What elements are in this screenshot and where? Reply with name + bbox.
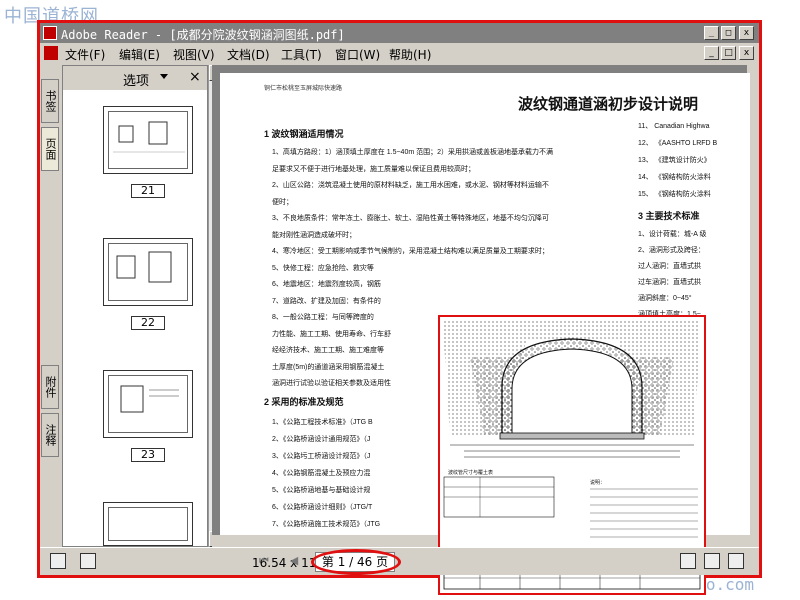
text-line: 11、 Canadian Highwa xyxy=(638,123,710,130)
section-heading: 3 主要技术标准 xyxy=(638,211,700,221)
menu-help[interactable]: 帮助(H) xyxy=(389,46,431,63)
doc-title: 波纹钢通道涵初步设计说明 xyxy=(518,96,699,113)
thumbnail-label: 21 xyxy=(131,184,165,198)
page-thumbnail[interactable] xyxy=(103,106,193,174)
thumbnail-content xyxy=(108,375,188,433)
text-line: 6、地震地区：地震烈度较高，钢筋 xyxy=(272,281,381,288)
text-line: 能对刚性涵洞造成破坏时； xyxy=(272,231,356,239)
text-line: 3、《公路圬工桥涵设计规范》（J xyxy=(272,453,371,460)
text-line: 力性能、施工工期、使用寿命、行车舒 xyxy=(272,330,391,338)
text-line: 涵洞斜度：0~45° xyxy=(638,295,692,302)
continuous-page-icon[interactable] xyxy=(704,553,720,569)
prev-page-icon[interactable]: ◀ xyxy=(285,553,303,571)
restore-button[interactable]: □ xyxy=(721,26,736,40)
page-thumbnail[interactable] xyxy=(103,502,193,546)
text-line: 便时； xyxy=(272,198,293,206)
text-line: 5、快修工程：应急抢险、救灾等 xyxy=(272,264,374,272)
thumbnail-drawing xyxy=(113,121,185,153)
text-line: 7、道路改、扩建及加固：有条件的 xyxy=(272,297,381,305)
thumbnail-drawing xyxy=(116,251,172,283)
tab-comments[interactable]: 注释 xyxy=(41,413,59,457)
text-line: 14、 《钢结构防火涂料 xyxy=(638,174,711,181)
highlight-ellipse xyxy=(311,549,401,575)
menu-bar: 文件(F) 编辑(E) 视图(V) 文档(D) 工具(T) 窗口(W) 帮助(H… xyxy=(40,43,759,63)
menu-tools[interactable]: 工具(T) xyxy=(281,46,322,63)
thumbnail-content xyxy=(108,507,188,541)
single-page-icon[interactable] xyxy=(680,553,696,569)
screen: 中国道桥网 www.chdao.com Adobe Reader - [成都分院… xyxy=(0,0,800,600)
page-layout-icon[interactable] xyxy=(80,553,96,569)
pages-panel: 选项 × 21 22 23 xyxy=(62,65,208,547)
thumbnail-content xyxy=(108,243,188,301)
tab-attachments[interactable]: 附件 xyxy=(41,365,59,409)
doc-restore-button[interactable]: □ xyxy=(721,46,736,60)
menu-document[interactable]: 文档(D) xyxy=(227,46,270,63)
chevron-down-icon[interactable] xyxy=(160,74,168,79)
close-button[interactable]: x xyxy=(739,26,754,40)
doc-header: 铜仁市松桃至玉屏城际快速路 xyxy=(264,86,343,92)
menu-file[interactable]: 文件(F) xyxy=(65,46,105,63)
text-line: 2、《公路桥涵设计通用规范》（J xyxy=(272,436,371,443)
text-line: 涵洞进行试验以验证相关参数及适用性 xyxy=(272,380,391,387)
text-line: 4、《公路钢筋混凝土及预应力混 xyxy=(272,470,371,477)
page-thumbnail[interactable] xyxy=(103,238,193,306)
drawing-notes-title: 说明： xyxy=(590,480,606,486)
pages-panel-header: 选项 × xyxy=(63,66,207,90)
text-line: 1、《公路工程技术标准》（JTG B xyxy=(272,419,373,426)
minimize-button[interactable]: _ xyxy=(704,26,719,40)
options-menu[interactable]: 选项 xyxy=(123,70,149,89)
text-line: 1、高填方路段：1）涵顶填土厚度在 1.5~40m 范围；2）采用拱涵或盖板涵地… xyxy=(272,149,554,156)
text-line: 足要求又不便于进行地基处理，施工质量难以保证且费用较高时； xyxy=(272,165,475,173)
text-line: 过车涵洞：直墙式拱 xyxy=(638,279,701,286)
menu-window[interactable]: 窗口(W) xyxy=(335,46,380,63)
text-line: 5、《公路桥涵地基与基础设计规 xyxy=(272,487,371,494)
title-bar: Adobe Reader - [成都分院波纹钢涵洞图纸.pdf] _ □ x xyxy=(40,23,759,43)
thumbnail-label: 23 xyxy=(131,448,165,462)
section-heading: 1 波纹钢涵适用情况 xyxy=(264,129,344,139)
menu-edit[interactable]: 编辑(E) xyxy=(119,46,160,63)
facing-page-icon[interactable] xyxy=(728,553,744,569)
text-line: 2、山区公路：浇筑混凝土使用的原材料缺乏，施工用水困难，或水泥、钢材等材料运输不 xyxy=(272,182,549,189)
text-line: 4、寒冷地区：受工期影响或季节气候制约，采用混凝土结构难以满足质量及工期要求时； xyxy=(272,248,549,255)
text-line: 经经济技术、施工工期、施工难度等 xyxy=(272,347,384,354)
reader-window: Adobe Reader - [成都分院波纹钢涵洞图纸.pdf] _ □ x 文… xyxy=(37,20,762,595)
text-line: 15、 《钢结构防火涂料 xyxy=(638,191,711,198)
status-bar: 16.54 x 11.69 英寸 ⏮ ◀ 第 1 / 46 页 xyxy=(40,547,759,575)
monitor-icon[interactable] xyxy=(50,553,66,569)
page-thumbnail[interactable] xyxy=(103,370,193,438)
menu-view[interactable]: 视图(V) xyxy=(173,46,215,63)
text-line: 12、 《AASHTO LRFD B xyxy=(638,140,718,147)
section-heading: 2 采用的标准及规范 xyxy=(264,397,344,407)
doc-minimize-button[interactable]: _ xyxy=(704,46,719,60)
window-title: Adobe Reader - [成都分院波纹钢涵洞图纸.pdf] xyxy=(61,28,345,42)
thumbnail-drawing xyxy=(120,385,179,413)
tab-bookmarks[interactable]: 书签 xyxy=(41,79,59,123)
text-line: 2、涵洞形式及跨径： xyxy=(638,247,705,254)
thumbnail-label: 22 xyxy=(131,316,165,330)
text-line: 7、《公路桥涵施工技术规范》（JTG xyxy=(272,521,381,528)
text-line: 3、不良地质条件：常年冻土、膨胀土、软土、湿陷性黄土等特殊地区，地基不均匀沉降可 xyxy=(272,215,549,222)
drawing-caption: 波纹管尺寸与覆土表 xyxy=(448,470,494,476)
text-line: 过人涵洞：直墙式拱 xyxy=(638,263,701,270)
thumbnail-content xyxy=(108,111,188,169)
app-icon xyxy=(43,26,57,40)
first-page-icon[interactable]: ⏮ xyxy=(255,553,273,571)
text-line: 13、 《建筑设计防火》 xyxy=(638,157,711,164)
navigation-tabs: 书签 页面 附件 注释 xyxy=(40,65,60,547)
doc-close-button[interactable]: x xyxy=(739,46,754,60)
text-line: 土厚度(5m)的通道涵采用钢筋混凝土 xyxy=(272,363,385,371)
text-line: 6、《公路桥涵设计细则》（JTG/T xyxy=(272,504,373,511)
pdf-doc-icon xyxy=(44,46,58,60)
text-line: 1、设计荷载：城-A 级 xyxy=(638,231,707,238)
tab-pages[interactable]: 页面 xyxy=(41,127,59,171)
close-panel-button[interactable]: × xyxy=(189,69,201,85)
text-line: 8、一般公路工程：与同等跨度的 xyxy=(272,314,374,321)
